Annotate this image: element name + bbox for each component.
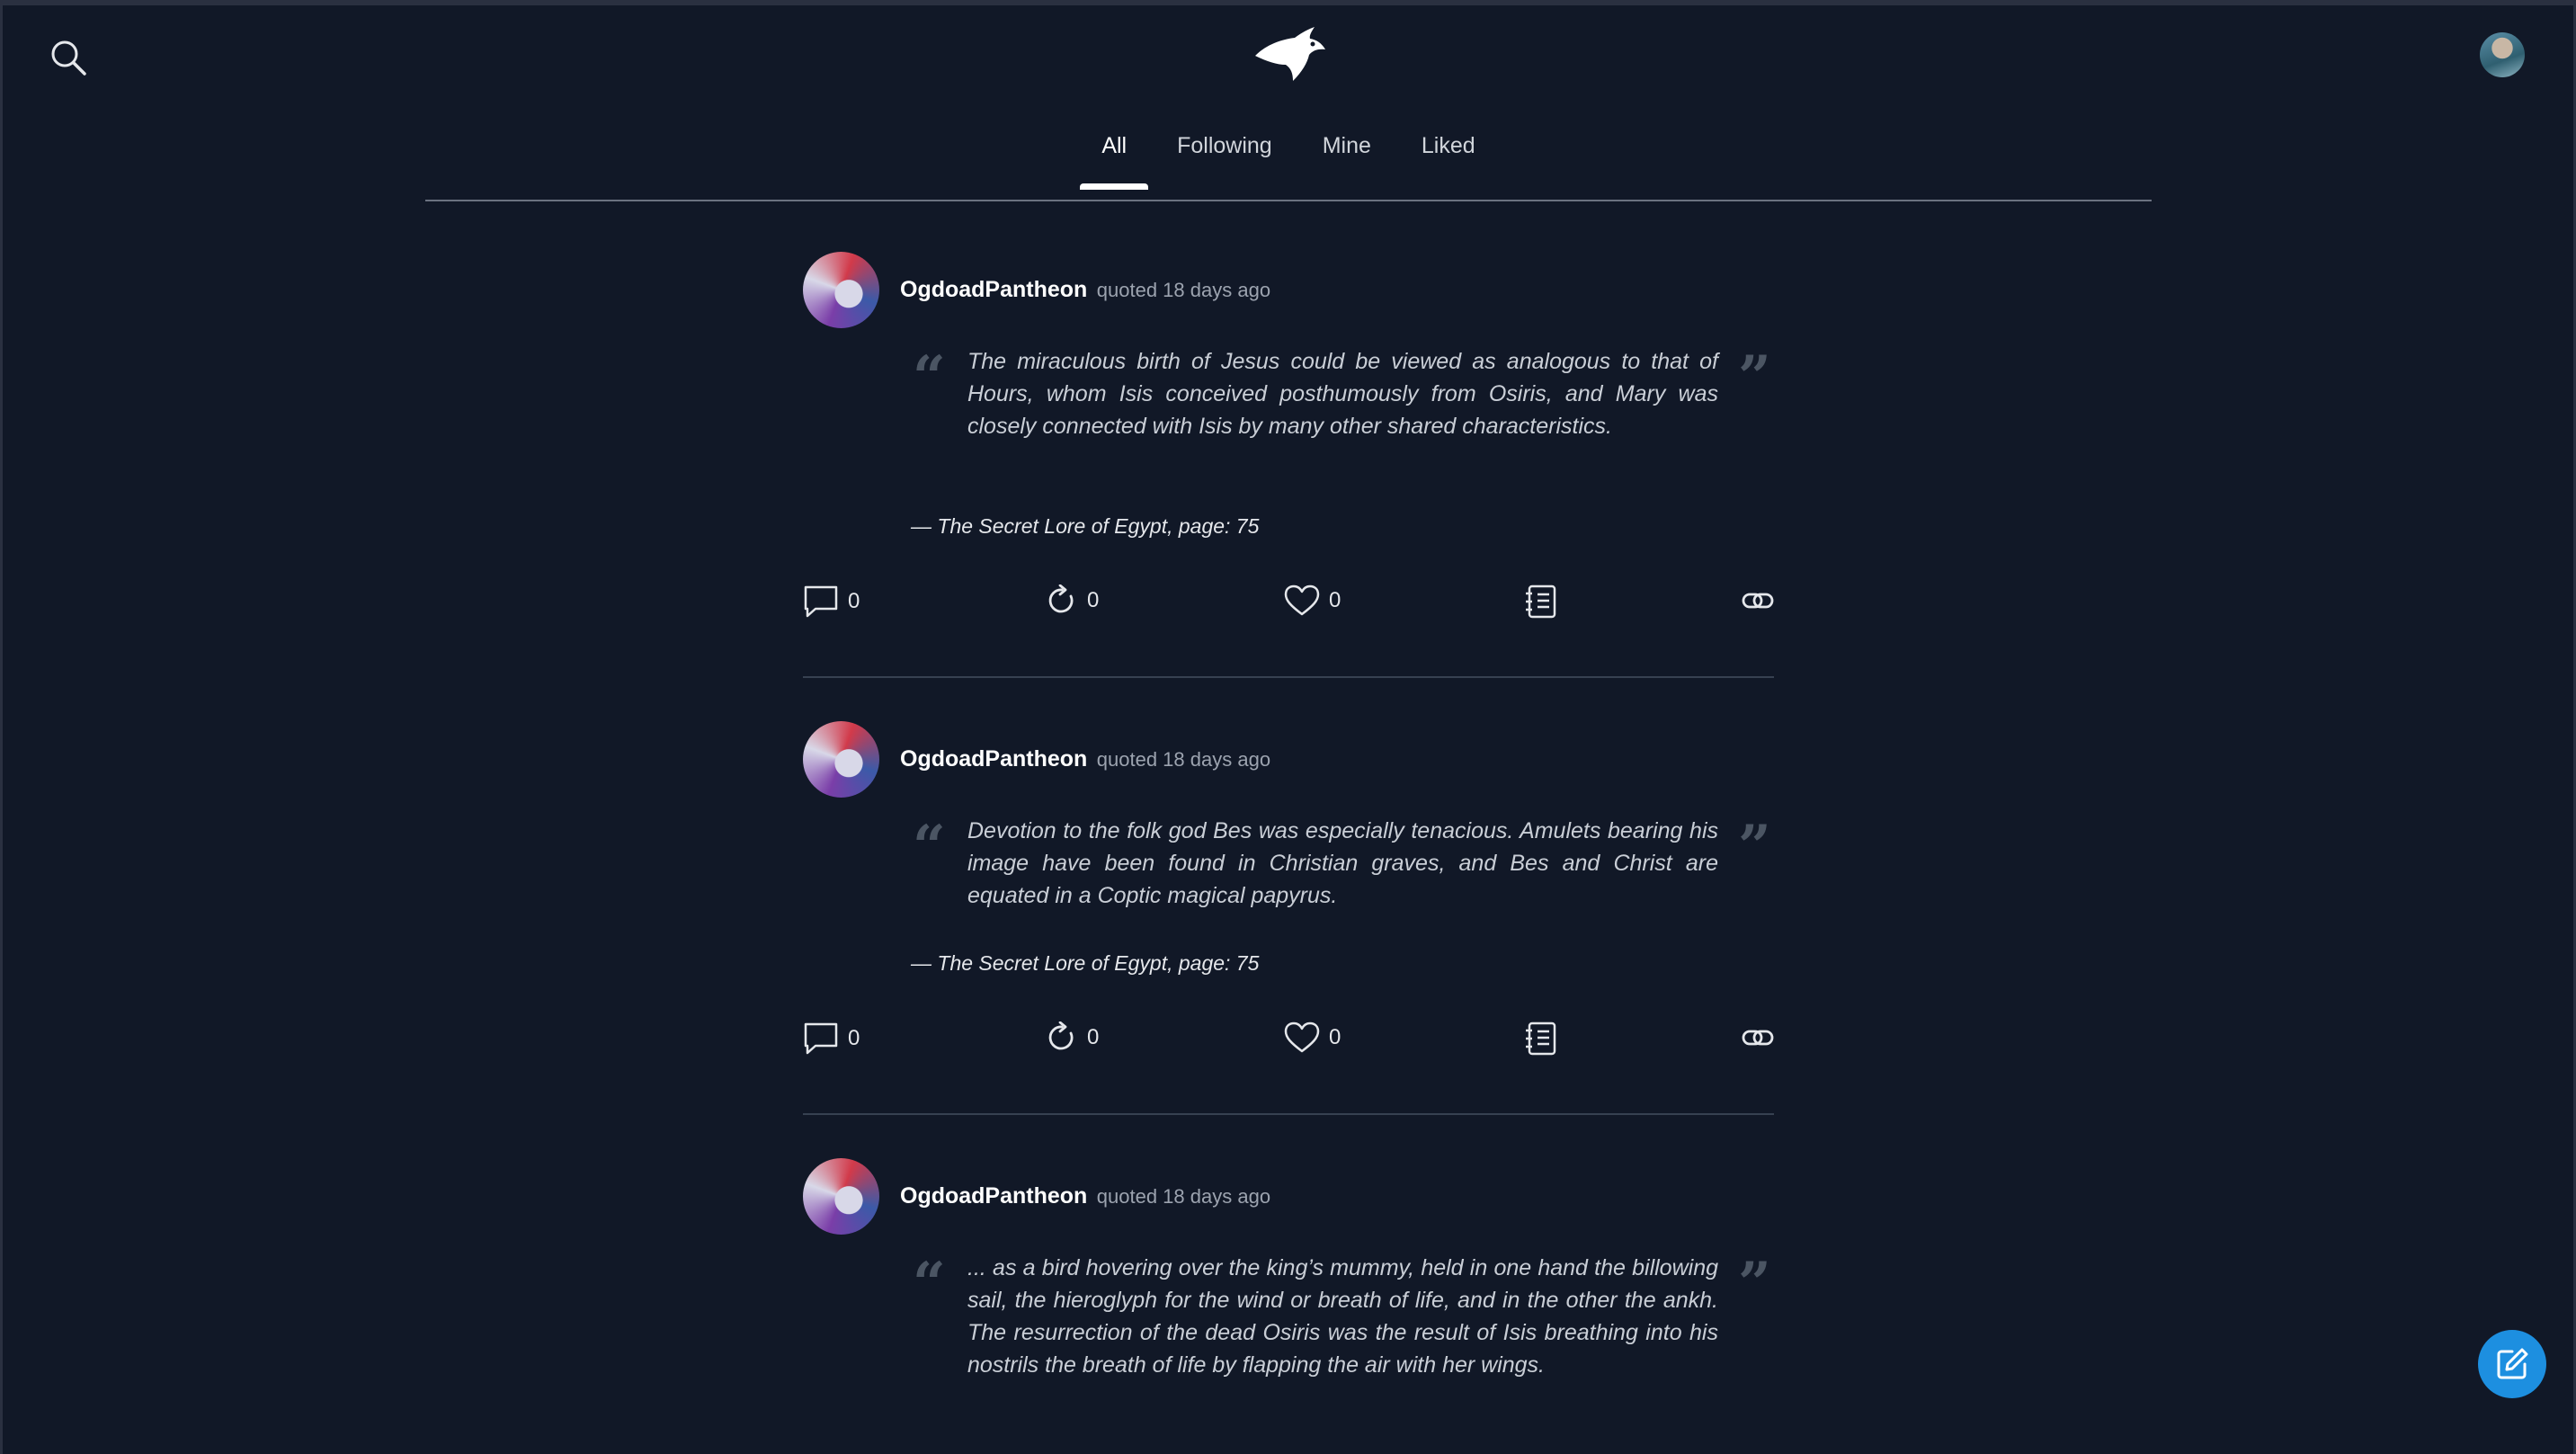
heart-icon — [1284, 1021, 1320, 1053]
close-quote-icon: ” — [1738, 1250, 1771, 1317]
post-meta: quoted 18 days ago — [1096, 748, 1271, 771]
post-avatar[interactable] — [803, 721, 879, 798]
repost-count: 0 — [1087, 588, 1100, 612]
tab-all[interactable]: All — [1080, 133, 1148, 190]
tab-liked[interactable]: Liked — [1418, 133, 1479, 159]
post-card: OgdoadPantheon quoted 18 days ago “ ” Th… — [803, 252, 1774, 679]
comment-icon — [804, 1022, 838, 1055]
comment-icon — [804, 585, 838, 618]
like-count: 0 — [1329, 1025, 1341, 1049]
repost-button[interactable]: 0 — [1046, 584, 1099, 617]
copy-link-button[interactable] — [1742, 1021, 1774, 1054]
comment-button[interactable]: 0 — [803, 584, 860, 619]
search-icon[interactable] — [49, 38, 88, 77]
post-header: OgdoadPantheon quoted 18 days ago — [900, 746, 1270, 772]
post-card: OgdoadPantheon quoted 18 days ago “ ” De… — [803, 721, 1774, 1117]
comment-count: 0 — [848, 589, 860, 613]
tab-following[interactable]: Following — [1173, 133, 1276, 159]
post-divider — [803, 676, 1774, 678]
like-button[interactable]: 0 — [1284, 584, 1341, 617]
like-count: 0 — [1329, 588, 1341, 612]
post-meta: quoted 18 days ago — [1096, 279, 1271, 301]
comment-button[interactable]: 0 — [803, 1021, 860, 1056]
post-divider — [803, 1113, 1774, 1115]
quote-source: — The Secret Lore of Egypt, page: 75 — [911, 951, 1260, 975]
post-header: OgdoadPantheon quoted 18 days ago — [900, 1183, 1270, 1209]
post-header: OgdoadPantheon quoted 18 days ago — [900, 277, 1270, 303]
repost-button[interactable]: 0 — [1046, 1021, 1099, 1054]
post-actions: 0 0 0 — [803, 584, 1774, 624]
notebook-icon — [1526, 584, 1556, 619]
repost-icon — [1048, 1021, 1074, 1050]
notebook-icon — [1526, 1021, 1556, 1056]
post-username[interactable]: OgdoadPantheon — [900, 277, 1087, 302]
post-username[interactable]: OgdoadPantheon — [900, 1183, 1087, 1209]
close-quote-icon: ” — [1738, 813, 1771, 880]
close-quote-icon: ” — [1738, 343, 1771, 411]
eagle-logo-icon[interactable] — [1250, 25, 1331, 88]
open-quote-icon: “ — [913, 343, 946, 411]
user-avatar[interactable] — [2480, 32, 2525, 77]
heart-icon — [1284, 584, 1320, 616]
repost-icon — [1048, 584, 1074, 613]
post-avatar[interactable] — [803, 252, 879, 328]
post-username[interactable]: OgdoadPantheon — [900, 746, 1087, 772]
like-button[interactable]: 0 — [1284, 1021, 1341, 1054]
notes-button[interactable] — [1525, 1021, 1557, 1056]
notes-button[interactable] — [1525, 584, 1557, 619]
link-icon — [1742, 1030, 1774, 1046]
post-card: OgdoadPantheon quoted 18 days ago “ ” ..… — [803, 1158, 1774, 1454]
quote-text: Devotion to the folk god Bes was especia… — [967, 818, 1718, 908]
open-quote-icon: “ — [913, 813, 946, 880]
comment-count: 0 — [848, 1026, 860, 1050]
repost-count: 0 — [1087, 1025, 1100, 1049]
feed-tabs: All Following Mine Liked — [425, 126, 2152, 201]
tab-mine[interactable]: Mine — [1319, 133, 1375, 159]
edit-icon — [2497, 1348, 2528, 1379]
post-meta: quoted 18 days ago — [1096, 1185, 1271, 1208]
quote-text: ... as a bird hovering over the king’s m… — [967, 1255, 1718, 1378]
quote-text: The miraculous birth of Jesus could be v… — [967, 349, 1718, 439]
open-quote-icon: “ — [913, 1250, 946, 1317]
post-actions: 0 0 0 — [803, 1021, 1774, 1061]
compose-button[interactable] — [2478, 1330, 2546, 1398]
link-icon — [1742, 593, 1774, 609]
post-avatar[interactable] — [803, 1158, 879, 1235]
quote-source: — The Secret Lore of Egypt, page: 75 — [911, 514, 1260, 538]
copy-link-button[interactable] — [1742, 584, 1774, 617]
